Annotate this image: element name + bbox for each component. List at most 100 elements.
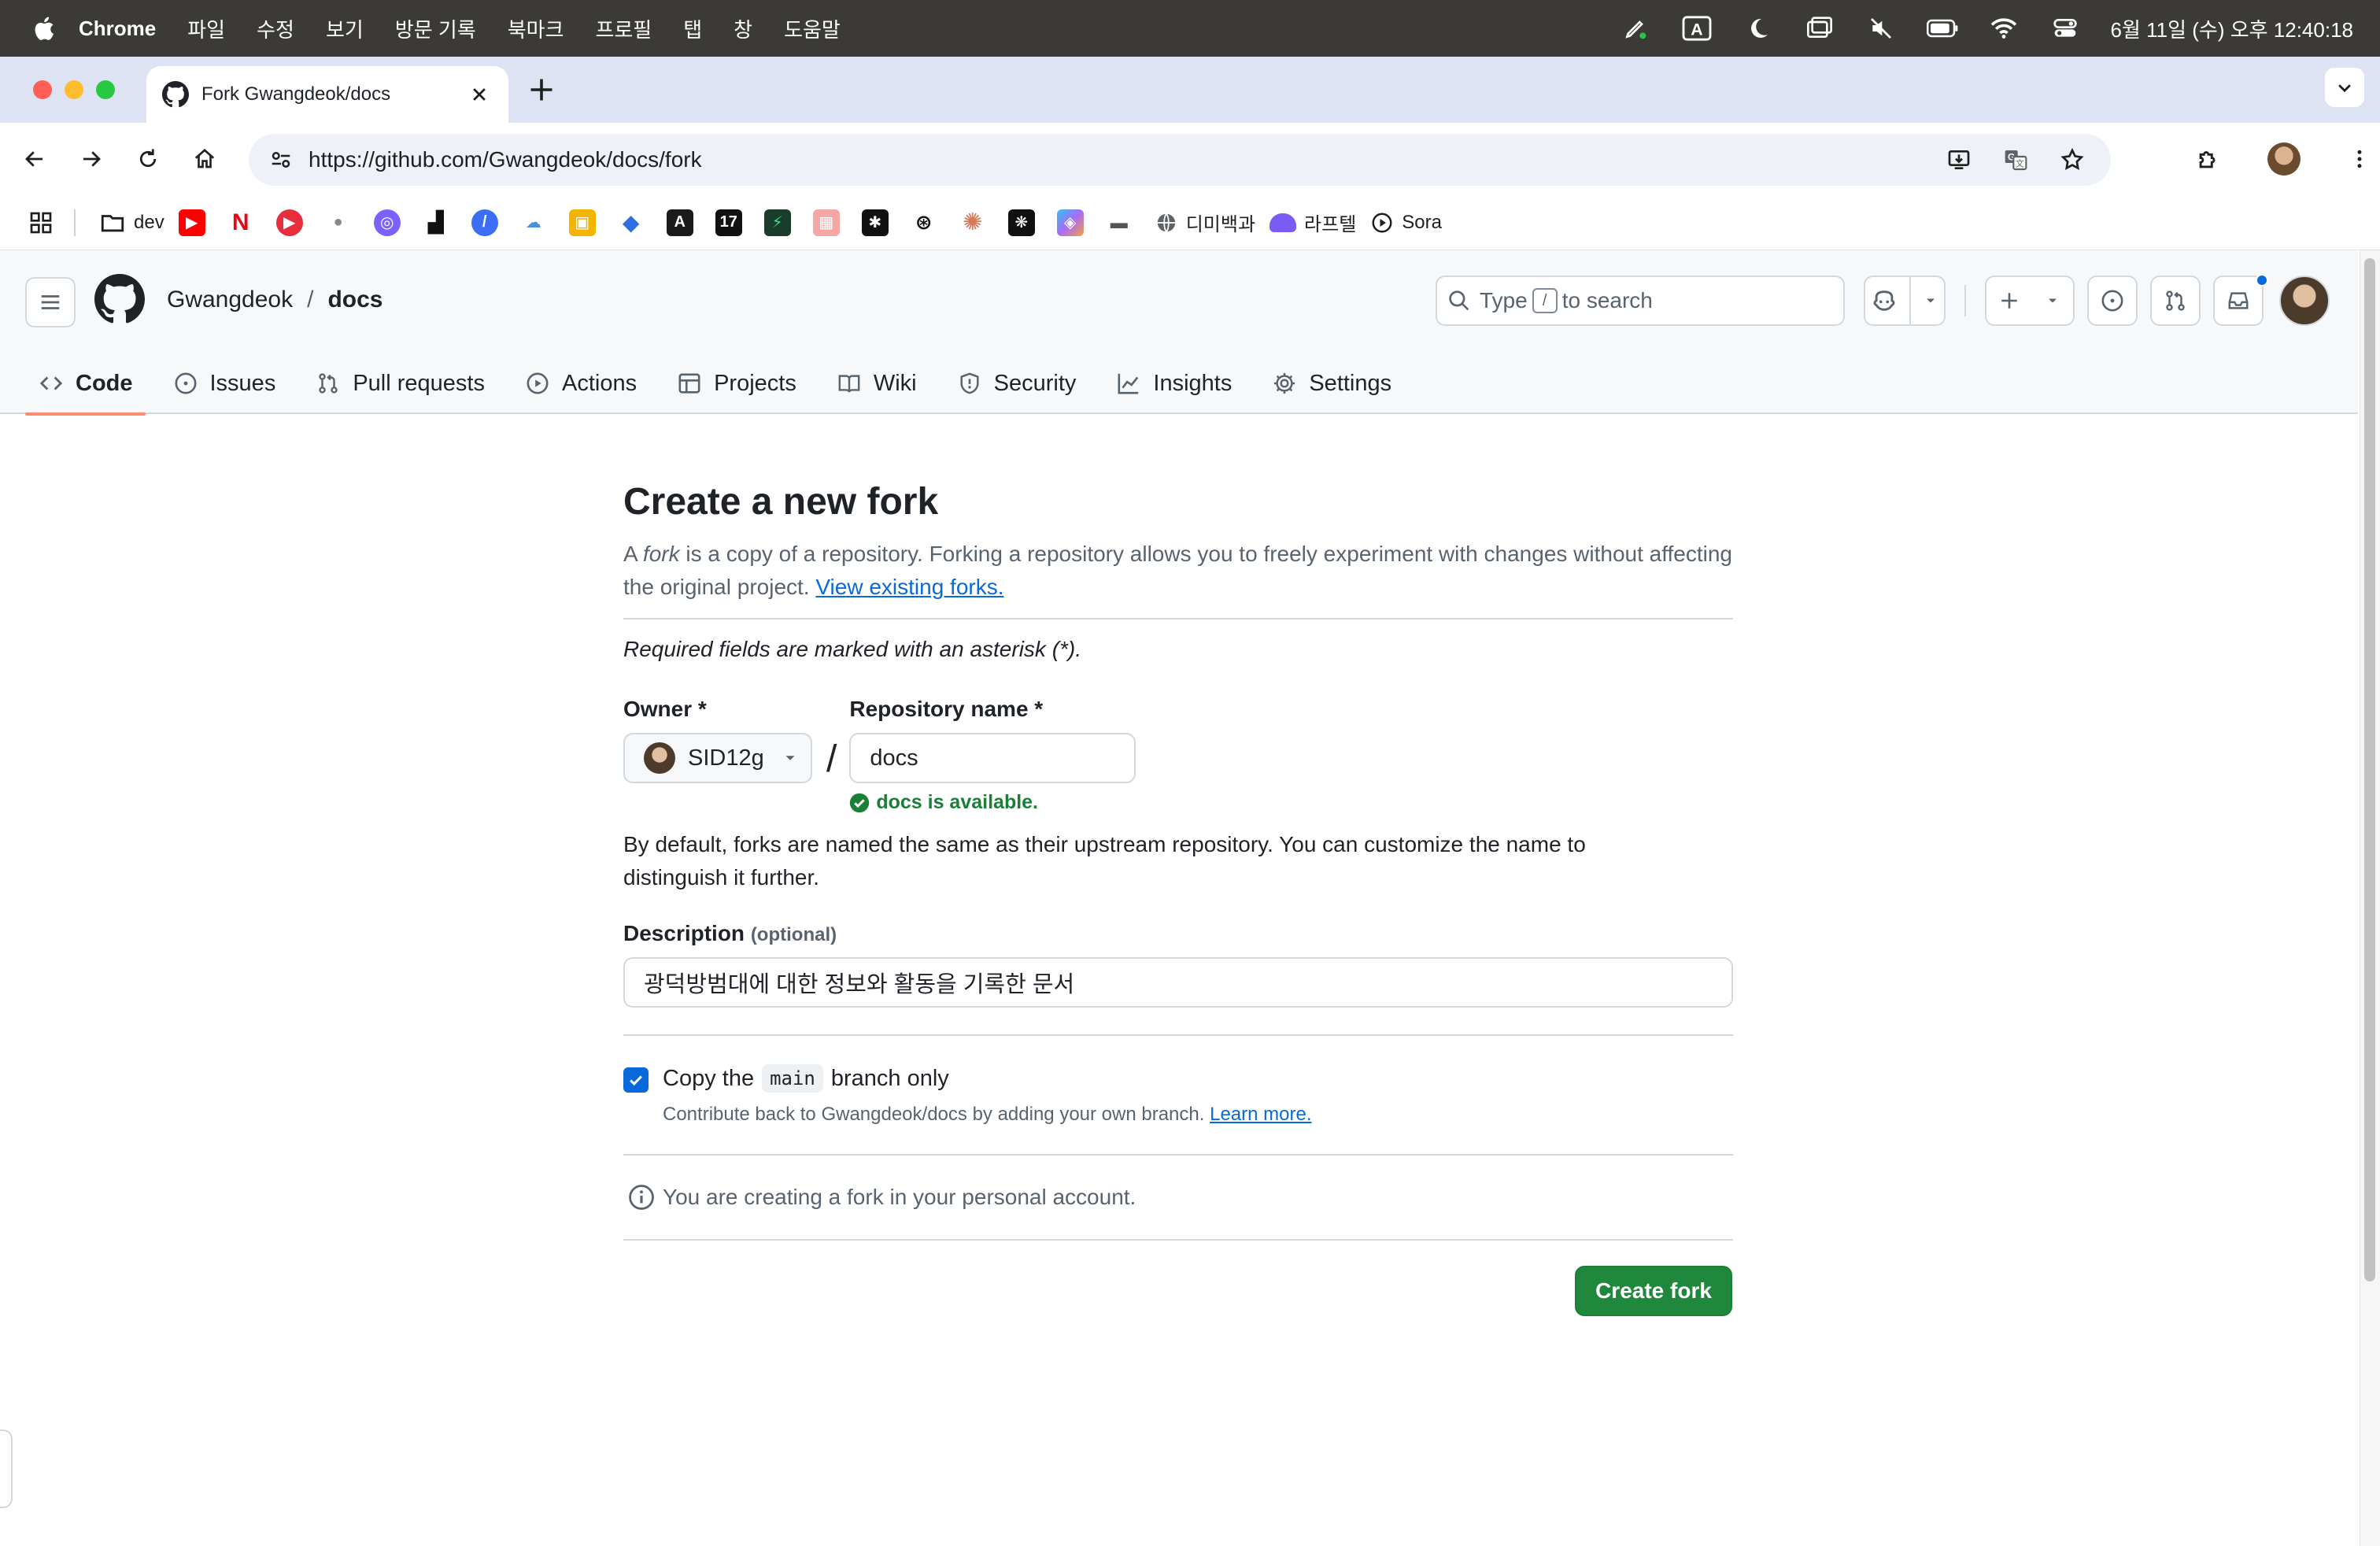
bookmark-purple-spiral[interactable]: ◎ <box>373 203 408 242</box>
menu-history[interactable]: 방문 기록 <box>395 14 476 43</box>
profile-avatar-button[interactable] <box>2262 137 2306 181</box>
bookmark-green-bolt[interactable]: ⚡ <box>763 203 799 242</box>
menu-app-chrome[interactable]: Chrome <box>79 17 156 41</box>
wifi-icon[interactable] <box>1988 13 2020 44</box>
forward-button[interactable] <box>72 140 110 178</box>
bookmark-photos[interactable]: ▣ <box>568 203 604 242</box>
fork-description-text: A fork is a copy of a repository. Forkin… <box>623 538 1733 604</box>
menu-file[interactable]: 파일 <box>187 14 225 43</box>
repo-name-input[interactable]: docs <box>849 733 1136 783</box>
zoom-window-button[interactable] <box>96 80 115 99</box>
menu-tab[interactable]: 탭 <box>683 14 702 43</box>
bookmark-sora[interactable]: Sora <box>1370 203 1442 242</box>
copy-main-branch-checkbox[interactable] <box>623 1067 649 1093</box>
bookmark-dark-burst[interactable]: ❋ <box>1007 203 1043 242</box>
tab-code[interactable]: Code <box>25 353 146 416</box>
search-input[interactable]: Type / to search <box>1436 276 1845 326</box>
site-info-icon[interactable] <box>263 142 299 178</box>
issues-button[interactable] <box>2087 276 2138 326</box>
battery-icon[interactable] <box>1926 13 1958 44</box>
new-tab-icon[interactable] <box>527 76 556 104</box>
tab-actions[interactable]: Actions <box>512 353 649 414</box>
global-menu-button[interactable] <box>25 277 76 327</box>
breadcrumb-owner[interactable]: Gwangdeok <box>167 287 293 313</box>
focus-moon-icon[interactable] <box>1743 13 1774 44</box>
bookmark-dimi[interactable]: 디미백과 <box>1155 203 1255 242</box>
browser-tab-active[interactable]: Fork Gwangdeok/docs <box>146 66 508 123</box>
tab-security[interactable]: Security <box>944 353 1089 414</box>
bookmark-pink-grid[interactable]: ▦ <box>812 203 848 242</box>
page-scrollbar[interactable] <box>2360 250 2380 1546</box>
pull-requests-button[interactable] <box>2150 276 2201 326</box>
bookmark-openai[interactable]: ⊛ <box>910 203 945 242</box>
bookmark-star-icon[interactable] <box>2054 142 2090 178</box>
view-existing-forks-link[interactable]: View existing forks. <box>815 575 1003 599</box>
home-button[interactable] <box>186 140 224 178</box>
tab-projects[interactable]: Projects <box>663 353 809 414</box>
bookmark-adobe[interactable]: A <box>666 203 701 242</box>
learn-more-link[interactable]: Learn more. <box>1210 1104 1311 1125</box>
address-bar[interactable]: https://github.com/Gwangdeok/docs/fork G… <box>249 134 2111 186</box>
extensions-puzzle-icon[interactable] <box>2186 137 2230 181</box>
create-new-button[interactable] <box>1985 276 2075 326</box>
bookmark-blue-slash[interactable]: / <box>471 203 506 242</box>
issue-opened-icon <box>175 372 196 394</box>
sound-muted-icon[interactable] <box>1865 13 1897 44</box>
tab-wiki[interactable]: Wiki <box>823 353 929 414</box>
menu-profiles[interactable]: 프로필 <box>595 14 652 43</box>
description-input[interactable]: 광덕방범대에 대한 정보와 활동을 기록한 문서 <box>623 957 1733 1008</box>
tab-close-icon[interactable] <box>466 81 493 108</box>
create-fork-button[interactable]: Create fork <box>1575 1266 1732 1316</box>
bookmark-netflix[interactable]: N <box>227 203 262 242</box>
breadcrumb-repo[interactable]: docs <box>327 287 382 313</box>
copilot-button[interactable] <box>1864 276 1946 326</box>
back-button[interactable] <box>16 140 54 178</box>
control-center-icon[interactable] <box>2049 13 2081 44</box>
bookmark-tv[interactable]: 17 <box>715 203 750 242</box>
tab-insights[interactable]: Insights <box>1103 353 1244 414</box>
install-app-icon[interactable] <box>1941 142 1977 178</box>
owner-select[interactable]: SID12g <box>623 733 812 783</box>
bookmark-claude[interactable]: ✺ <box>959 203 994 242</box>
bookmark-laftel[interactable]: 라프텔 <box>1269 203 1356 242</box>
chrome-menu-button[interactable] <box>2338 137 2380 181</box>
menu-help[interactable]: 도움말 <box>784 14 841 43</box>
lead-fork-word: fork <box>642 542 680 566</box>
bookmark-unsplash[interactable]: ▟ <box>422 203 457 242</box>
bookmark-apple[interactable]: ● <box>324 203 360 242</box>
user-avatar[interactable] <box>2279 276 2330 326</box>
translate-icon[interactable]: G文 <box>1998 142 2034 178</box>
bookmark-red-play[interactable]: ▶ <box>275 203 311 242</box>
tab-settings[interactable]: Settings <box>1258 353 1404 414</box>
bookmark-blue-shape[interactable]: ◆ <box>617 203 652 242</box>
globe-icon <box>1157 213 1175 232</box>
tab-pull-requests[interactable]: Pull requests <box>302 353 497 414</box>
url-text[interactable]: https://github.com/Gwangdeok/docs/fork <box>309 147 2111 172</box>
screen-mirroring-icon[interactable] <box>1804 13 1835 44</box>
minimize-window-button[interactable] <box>65 80 83 99</box>
menu-bookmarks[interactable]: 북마크 <box>508 14 564 43</box>
menu-edit[interactable]: 수정 <box>257 14 294 43</box>
menubar-clock[interactable]: 6월 11일 (수) 오후 12:40:18 <box>2111 14 2353 43</box>
menu-view[interactable]: 보기 <box>326 14 364 43</box>
menu-window[interactable]: 창 <box>734 14 752 43</box>
bookmark-dev-folder[interactable]: dev <box>99 203 164 242</box>
close-window-button[interactable] <box>33 80 52 99</box>
copy-main-branch-label[interactable]: Copy the main branch only <box>663 1064 1312 1093</box>
apps-grid-button[interactable] <box>28 203 54 242</box>
apple-logo-icon[interactable] <box>31 15 55 42</box>
side-panel-handle[interactable] <box>0 1429 13 1508</box>
pen-status-icon[interactable] <box>1620 13 1651 44</box>
scrollbar-thumb[interactable] <box>2364 258 2375 1282</box>
input-source-icon[interactable]: A <box>1681 13 1713 44</box>
bookmark-gray-tag[interactable]: ▬ <box>1105 203 1140 242</box>
bookmark-youtube[interactable]: ▶ <box>178 203 213 242</box>
tab-issues[interactable]: Issues <box>160 353 289 414</box>
bookmark-star-black[interactable]: ✱ <box>861 203 896 242</box>
bookmark-copilot[interactable]: ◈ <box>1056 203 1092 242</box>
bookmark-cloud[interactable]: ☁ <box>519 203 555 242</box>
repo-breadcrumb: Gwangdeok / docs <box>167 287 382 313</box>
github-logo-icon[interactable] <box>94 274 145 324</box>
tab-search-button[interactable] <box>2325 68 2364 107</box>
reload-button[interactable] <box>129 140 167 178</box>
